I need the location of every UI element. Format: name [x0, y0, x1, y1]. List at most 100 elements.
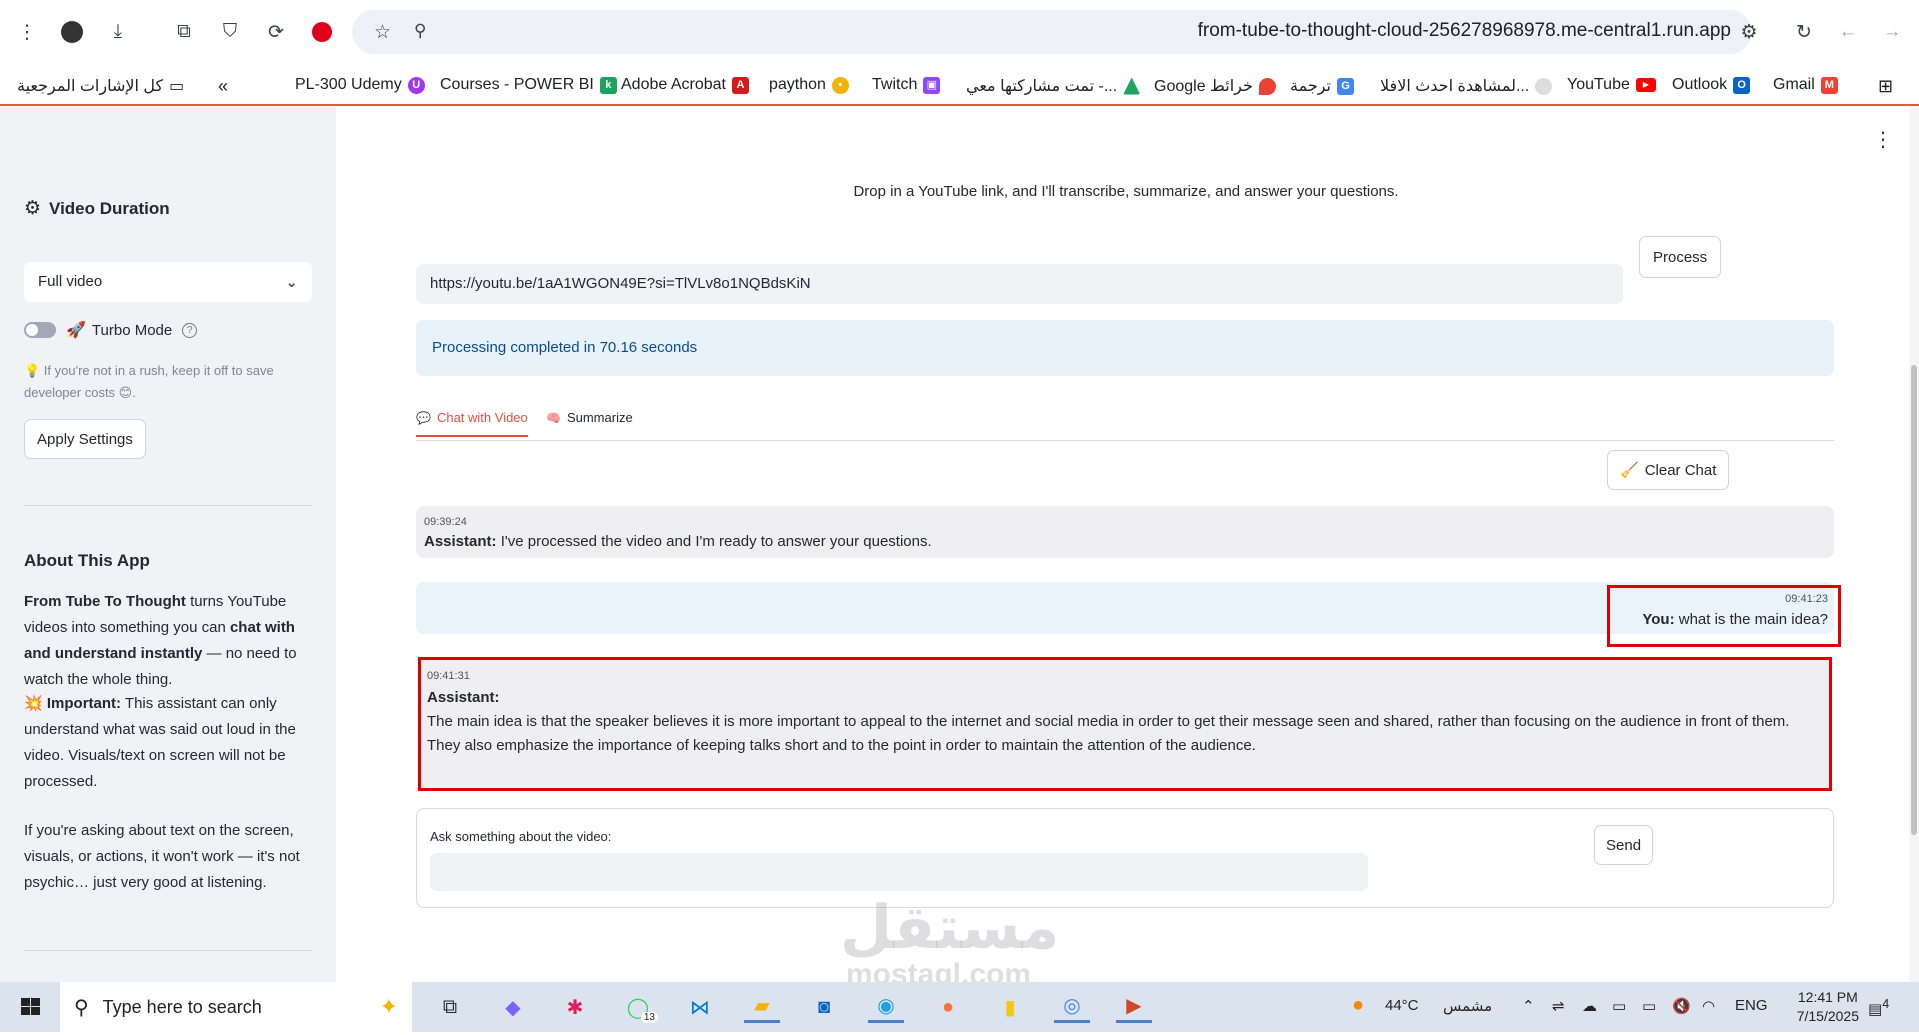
- site-settings-icon[interactable]: ⚙: [1735, 18, 1763, 46]
- onedrive-icon[interactable]: ☁: [1582, 997, 1597, 1015]
- bookmark-gmail[interactable]: Gmail M: [1773, 76, 1838, 94]
- globe-icon: [1535, 77, 1553, 95]
- bookmark-twitch[interactable]: Twitch ▣: [872, 76, 941, 94]
- forward-icon[interactable]: →: [1878, 18, 1906, 46]
- firefox-icon[interactable]: ●: [930, 991, 966, 1023]
- question-input[interactable]: [430, 853, 1368, 891]
- chevron-down-icon: ⌄: [285, 274, 298, 291]
- chevron-double-left-icon[interactable]: «: [218, 76, 228, 97]
- shield-icon[interactable]: ⛉: [216, 18, 244, 46]
- video-duration-select[interactable]: Full video ⌄: [24, 262, 312, 302]
- bulb-icon: •: [831, 76, 849, 94]
- status-message: Processing completed in 70.16 seconds: [416, 320, 1834, 376]
- browser-toolbar: ⋮ ⤓ ⧉ ⛉ ⟳ ☆ ⚲ from-tube-to-thought-cloud…: [0, 0, 1919, 64]
- download-icon[interactable]: ⤓: [104, 18, 132, 46]
- copilot-sparkle-icon[interactable]: ✦: [380, 994, 398, 1020]
- file-explorer-icon[interactable]: ▰: [744, 991, 780, 1023]
- bookmark-all[interactable]: كل الإشارات المرجعية ▭: [17, 76, 184, 96]
- tab-summarize[interactable]: 🧠 Summarize: [546, 410, 633, 435]
- bookmark-youtube[interactable]: YouTube ▶: [1567, 76, 1656, 94]
- bookmark-google-maps[interactable]: Google خرائط: [1154, 76, 1276, 96]
- bookmark-translate[interactable]: ترجمة G: [1290, 76, 1354, 96]
- vscode-icon[interactable]: ⋈: [682, 991, 718, 1023]
- speaker-muted-icon[interactable]: 🔇: [1672, 997, 1691, 1015]
- powerpoint-icon[interactable]: ▶: [1116, 991, 1152, 1023]
- meet-icon[interactable]: ▭: [1612, 997, 1626, 1015]
- folder-icon: ▭: [169, 78, 185, 95]
- bookmark-movies[interactable]: لمشاهدة احدث الافلا...: [1380, 76, 1553, 96]
- slack-icon[interactable]: ✱: [557, 991, 593, 1023]
- outlook-icon: O: [1733, 76, 1751, 94]
- notifications-icon[interactable]: ▤4: [1868, 997, 1889, 1018]
- clock-date: 7/15/2025: [1796, 1008, 1859, 1024]
- send-button[interactable]: Send: [1594, 825, 1654, 865]
- youtube-icon: ▶: [1635, 78, 1656, 92]
- bookmark-paython[interactable]: paython •: [769, 76, 849, 94]
- about-title: About This App: [24, 551, 150, 570]
- star-icon[interactable]: ☆: [374, 21, 391, 44]
- tagline: Drop in a YouTube link, and I'll transcr…: [853, 183, 1399, 200]
- search-icon: ⚲: [74, 996, 89, 1019]
- clear-chat-button[interactable]: 🧹 Clear Chat: [1607, 450, 1730, 490]
- tab-bar: 💬 Chat with Video 🧠 Summarize: [416, 405, 1834, 441]
- message-timestamp: 09:41:31: [427, 670, 470, 682]
- weather-temp[interactable]: 44°C: [1385, 997, 1419, 1014]
- bookmark-power-bi[interactable]: Courses - POWER BI k: [440, 76, 617, 94]
- about-paragraph-3: If you're asking about text on the scree…: [24, 822, 300, 891]
- bookmark-acrobat[interactable]: Adobe Acrobat A: [621, 76, 749, 94]
- clock[interactable]: 12:41 PM 7/15/2025: [1797, 988, 1859, 1026]
- language-indicator[interactable]: ENG: [1735, 997, 1768, 1014]
- extensions-icon[interactable]: ⧉: [170, 18, 198, 46]
- sync-icon[interactable]: ⟳: [262, 18, 290, 46]
- reload-icon[interactable]: ↻: [1790, 18, 1818, 46]
- tab-chat-with-video[interactable]: 💬 Chat with Video: [416, 410, 528, 437]
- rocket-icon: 🚀: [66, 322, 86, 339]
- scroll-thumb[interactable]: [1911, 365, 1917, 835]
- profile-avatar-icon[interactable]: [58, 18, 86, 46]
- bookmark-drive-shared[interactable]: تمت مشاركتها معي -...: [966, 76, 1141, 96]
- bookmark-outlook[interactable]: Outlook O: [1672, 76, 1751, 94]
- whatsapp-icon[interactable]: ◯ 13: [620, 991, 658, 1023]
- turbo-hint: 💡 If you're not in a rush, keep it off t…: [24, 363, 274, 400]
- turbo-mode-toggle[interactable]: [24, 322, 56, 338]
- message-timestamp: 09:41:23: [1785, 593, 1828, 605]
- task-view-icon[interactable]: ⧉: [432, 991, 468, 1023]
- taskbar-search[interactable]: ⚲ Type here to search ✦: [60, 982, 412, 1032]
- settings-sliders-icon[interactable]: ⇌: [1552, 997, 1565, 1015]
- help-icon[interactable]: ?: [182, 322, 198, 338]
- notification-count: 4: [1882, 997, 1890, 1011]
- ask-label: Ask something about the video:: [430, 829, 612, 844]
- menu-kebab-icon[interactable]: ⋮: [13, 18, 41, 46]
- process-button[interactable]: Process: [1639, 236, 1722, 278]
- battery-icon[interactable]: ▭: [1642, 997, 1656, 1015]
- bookmark-udemy[interactable]: PL-300 Udemy U: [295, 76, 425, 94]
- weather-desc[interactable]: مشمس: [1443, 997, 1492, 1015]
- turbo-mode-row: 🚀 Turbo Mode ?: [24, 320, 198, 340]
- clear-chat-label: Clear Chat: [1644, 461, 1717, 479]
- message-timestamp: 09:39:24: [424, 516, 467, 528]
- chevron-up-icon[interactable]: ⌃: [1522, 997, 1535, 1015]
- turbo-mode-label: Turbo Mode: [91, 321, 173, 339]
- youtube-url-input[interactable]: https://youtu.be/1aA1WGON49E?si=TlVLv8o1…: [416, 264, 1623, 304]
- opera-icon[interactable]: [308, 18, 336, 46]
- video-duration-title: ⚙ Video Duration: [24, 197, 170, 220]
- copilot-icon[interactable]: ◆: [495, 991, 531, 1023]
- apps-grid-icon[interactable]: ⊞: [1878, 76, 1893, 97]
- chat-bubble-icon: 💬: [416, 410, 431, 425]
- back-icon[interactable]: ←: [1834, 18, 1862, 46]
- start-button[interactable]: [0, 982, 60, 1032]
- edge-icon[interactable]: ◉: [868, 991, 904, 1023]
- url-text[interactable]: from-tube-to-thought-cloud-256278968978.…: [1198, 20, 1731, 42]
- page-scrollbar[interactable]: [1909, 107, 1919, 982]
- outlook-app-icon[interactable]: ◙: [806, 991, 842, 1023]
- sidebar: ⚙ Video Duration Full video ⌄ 🚀 Turbo Mo…: [0, 107, 336, 982]
- search-key-icon[interactable]: ⚲: [414, 21, 426, 41]
- power-bi-app-icon[interactable]: ▮: [992, 991, 1028, 1023]
- app-menu-icon[interactable]: ⋮: [1873, 127, 1893, 152]
- apply-settings-button[interactable]: Apply Settings: [24, 419, 146, 459]
- divider: [24, 950, 312, 951]
- chrome-icon[interactable]: ◎: [1054, 991, 1090, 1023]
- wifi-icon[interactable]: ◠: [1702, 997, 1715, 1015]
- weather-icon[interactable]: ●: [1352, 994, 1364, 1017]
- watermark-logo: مستقل: [840, 894, 1060, 961]
